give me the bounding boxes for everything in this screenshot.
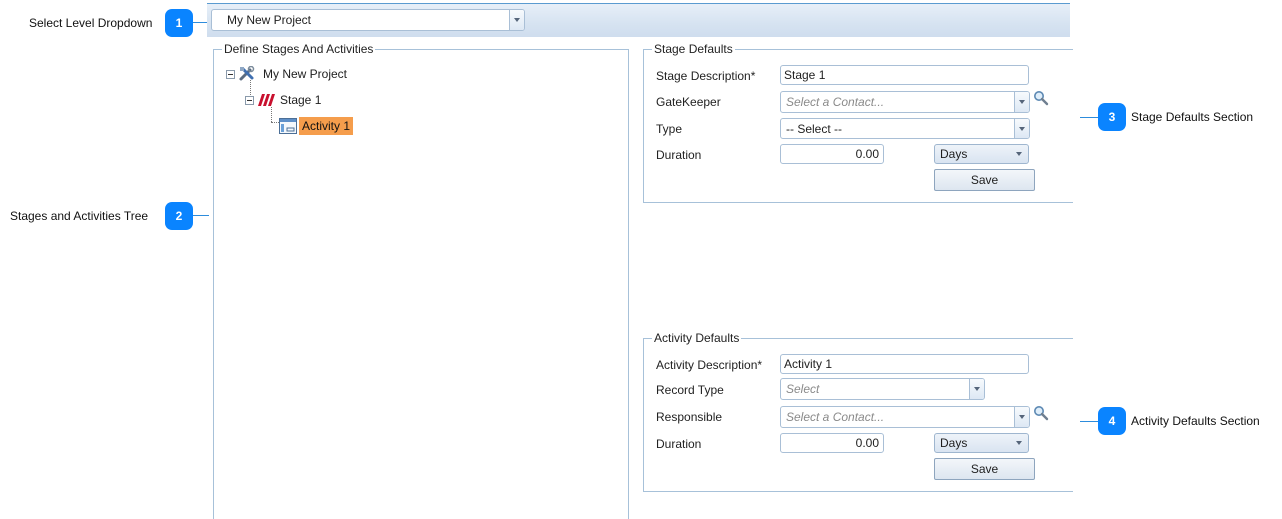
chevron-down-icon[interactable] (1014, 119, 1029, 138)
stage-stripes-icon (257, 94, 275, 106)
activity-duration-unit-value: Days (940, 436, 968, 450)
activity-description-label: Activity Description* (656, 358, 763, 372)
chevron-down-icon[interactable] (1014, 407, 1029, 427)
stage-save-button[interactable]: Save (934, 169, 1035, 191)
search-icon[interactable] (1033, 90, 1049, 106)
record-type-placeholder: Select (786, 382, 820, 396)
activity-description-input[interactable]: Activity 1 (780, 354, 1029, 374)
search-icon[interactable] (1033, 405, 1049, 421)
activity-duration-label: Duration (656, 437, 702, 451)
activity-window-icon (279, 118, 297, 134)
gatekeeper-label: GateKeeper (656, 95, 721, 109)
tree-connector (271, 107, 272, 122)
stage-duration-unit-dropdown[interactable]: Days (934, 144, 1029, 164)
activity-duration-unit-dropdown[interactable]: Days (934, 433, 1029, 453)
responsible-label: Responsible (656, 410, 723, 424)
stages-activities-tree-panel: Define Stages And Activities (213, 42, 629, 519)
callout-badge-3: 3 (1098, 103, 1126, 131)
activity-duration-input[interactable]: 0.00 (780, 433, 884, 453)
chevron-down-icon[interactable] (969, 379, 984, 399)
callout-badge-4: 4 (1098, 407, 1126, 435)
gatekeeper-placeholder: Select a Contact... (786, 95, 885, 109)
stage-description-input[interactable]: Stage 1 (780, 65, 1029, 85)
chevron-down-icon[interactable] (1014, 92, 1029, 112)
collapse-toggle-icon[interactable] (245, 95, 254, 105)
gatekeeper-dropdown[interactable]: Select a Contact... (780, 91, 1030, 113)
stage-description-label: Stage Description* (656, 69, 756, 83)
callout-leader-2 (193, 215, 209, 216)
type-dropdown[interactable]: -- Select -- (780, 118, 1030, 139)
tree-panel-title: Define Stages And Activities (222, 42, 376, 56)
tree-node-label[interactable]: Stage 1 (277, 91, 324, 109)
callout-leader-1 (193, 22, 207, 23)
level-toolbar: My New Project (207, 3, 1070, 37)
tree-node-project[interactable]: My New Project (226, 64, 350, 84)
select-level-dropdown[interactable]: My New Project (211, 9, 525, 31)
callout-badge-2: 2 (165, 202, 193, 230)
callout-leader-4 (1080, 421, 1098, 422)
select-level-value: My New Project (227, 13, 312, 27)
callout-label-tree: Stages and Activities Tree (10, 209, 149, 223)
responsible-dropdown[interactable]: Select a Contact... (780, 406, 1030, 428)
tree-node-label-selected[interactable]: Activity 1 (299, 117, 354, 135)
callout-label-select-level: Select Level Dropdown (29, 16, 153, 30)
stage-duration-unit-value: Days (940, 147, 968, 161)
record-type-label: Record Type (656, 383, 724, 397)
chevron-down-icon[interactable] (509, 10, 524, 30)
callout-badge-1: 1 (165, 9, 193, 37)
record-type-dropdown[interactable]: Select (780, 378, 985, 400)
tree-node-label[interactable]: My New Project (260, 65, 350, 83)
stage-duration-input[interactable]: 0.00 (780, 144, 884, 164)
tree-node-activity[interactable]: Activity 1 (279, 116, 354, 136)
stage-duration-label: Duration (656, 148, 702, 162)
callout-label-stage-defaults: Stage Defaults Section (1131, 110, 1254, 124)
activity-defaults-title: Activity Defaults (652, 331, 742, 345)
type-label: Type (656, 122, 683, 136)
collapse-toggle-icon[interactable] (226, 69, 235, 79)
tree-connector (271, 122, 279, 123)
tree-node-stage[interactable]: Stage 1 (245, 90, 324, 110)
project-tools-icon (239, 66, 255, 81)
callout-label-activity-defaults: Activity Defaults Section (1131, 414, 1260, 428)
activity-save-button[interactable]: Save (934, 458, 1035, 480)
type-value: -- Select -- (786, 121, 843, 136)
stage-defaults-title: Stage Defaults (652, 42, 735, 56)
callout-leader-3 (1080, 117, 1098, 118)
responsible-placeholder: Select a Contact... (786, 410, 885, 424)
